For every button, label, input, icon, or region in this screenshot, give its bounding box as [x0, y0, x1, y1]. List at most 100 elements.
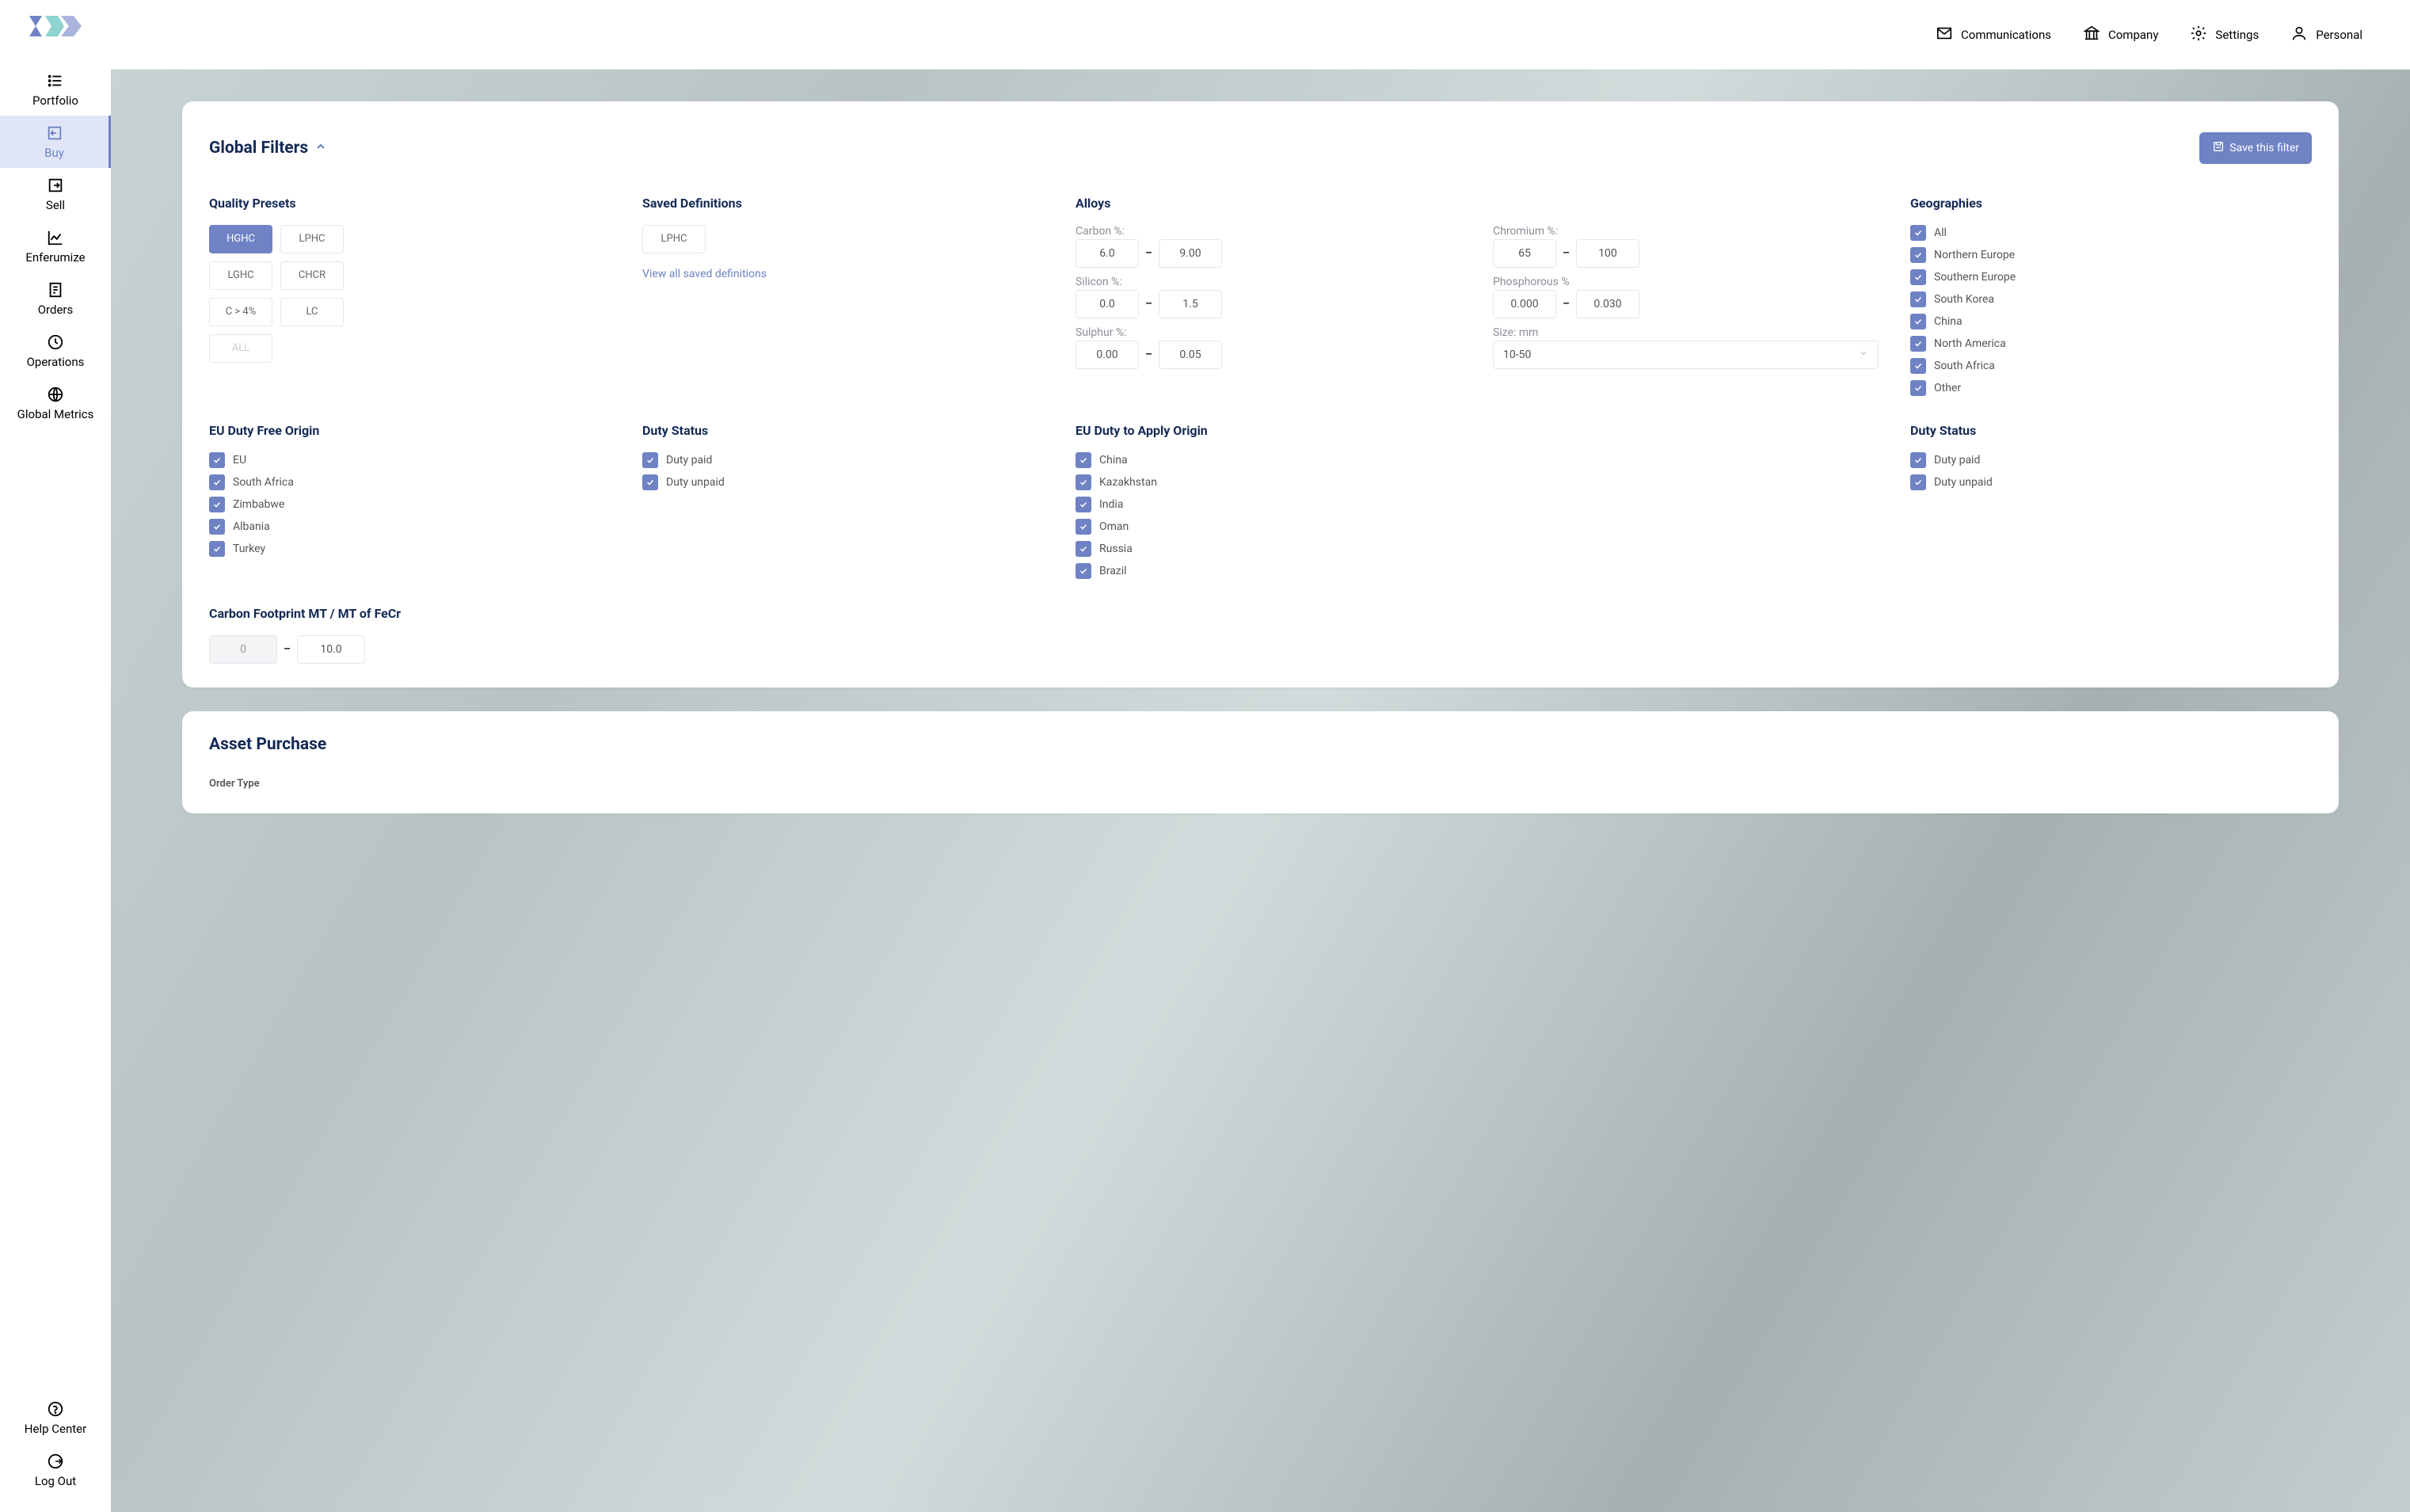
- preset-lghc[interactable]: LGHC: [209, 261, 272, 290]
- chromium-max-input[interactable]: [1576, 239, 1639, 268]
- topnav-communications[interactable]: Communications: [1936, 25, 2051, 45]
- preset-c4[interactable]: C > 4%: [209, 298, 272, 326]
- checkbox[interactable]: [1910, 474, 1926, 490]
- orders-icon: [46, 280, 65, 299]
- checkbox-label: Kazakhstan: [1099, 476, 1157, 489]
- mail-icon: [1936, 25, 1953, 45]
- checkbox[interactable]: [1910, 380, 1926, 396]
- sidebar-item-operations[interactable]: Operations: [0, 325, 111, 377]
- duty-free-origin-item[interactable]: South Africa: [209, 474, 611, 490]
- carbon-label: Carbon %:: [1076, 225, 1461, 238]
- checkbox[interactable]: [1910, 291, 1926, 307]
- topnav-company[interactable]: Company: [2083, 25, 2158, 45]
- checkbox[interactable]: [642, 474, 658, 490]
- preset-lphc[interactable]: LPHC: [280, 225, 344, 253]
- preset-all[interactable]: ALL: [209, 334, 272, 363]
- checkbox[interactable]: [1076, 563, 1091, 579]
- checkbox-label: Russia: [1099, 543, 1133, 555]
- sidebar-item-label: Buy: [44, 146, 64, 160]
- duty-apply-origin-item[interactable]: Kazakhstan: [1076, 474, 1879, 490]
- sidebar-item-orders[interactable]: Orders: [0, 272, 111, 325]
- checkbox[interactable]: [209, 519, 225, 535]
- checkbox[interactable]: [1076, 452, 1091, 468]
- topnav-settings[interactable]: Settings: [2190, 25, 2259, 45]
- checkbox-label: South Africa: [233, 476, 294, 489]
- sidebar-item-enferumize[interactable]: Enferumize: [0, 220, 111, 272]
- carbon-max-input[interactable]: [1159, 239, 1222, 268]
- geography-item[interactable]: China: [1910, 314, 2312, 329]
- clock-icon: [46, 333, 65, 352]
- geography-item[interactable]: South Korea: [1910, 291, 2312, 307]
- checkbox[interactable]: [1076, 541, 1091, 557]
- duty-status-item[interactable]: Duty paid: [642, 452, 1044, 468]
- chromium-min-input[interactable]: [1493, 239, 1556, 268]
- carbon-min-input[interactable]: [1076, 239, 1139, 268]
- checkbox[interactable]: [1910, 247, 1926, 263]
- size-select[interactable]: 10-50: [1493, 341, 1879, 369]
- preset-lc[interactable]: LC: [280, 298, 344, 326]
- saved-def-lphc[interactable]: LPHC: [642, 225, 706, 253]
- checkbox[interactable]: [209, 541, 225, 557]
- checkbox[interactable]: [1076, 497, 1091, 512]
- sidebar-item-label: Orders: [38, 303, 74, 317]
- topnav-label: Settings: [2215, 28, 2259, 42]
- sidebar-item-log-out[interactable]: Log Out: [0, 1444, 111, 1496]
- checkbox[interactable]: [1910, 336, 1926, 352]
- checkbox[interactable]: [1076, 519, 1091, 535]
- silicon-max-input[interactable]: [1159, 290, 1222, 318]
- phosphorous-min-input[interactable]: [1493, 290, 1556, 318]
- geography-item[interactable]: Northern Europe: [1910, 247, 2312, 263]
- duty-status-item[interactable]: Duty unpaid: [1910, 474, 2312, 490]
- duty-free-origin-item[interactable]: EU: [209, 452, 611, 468]
- save-filter-button[interactable]: Save this filter: [2199, 132, 2312, 164]
- phosphorous-max-input[interactable]: [1576, 290, 1639, 318]
- checkbox[interactable]: [1910, 269, 1926, 285]
- global-filters-title[interactable]: Global Filters: [209, 139, 327, 158]
- geography-item[interactable]: South Africa: [1910, 358, 2312, 374]
- checkbox[interactable]: [209, 497, 225, 512]
- saved-definitions-section: Saved Definitions LPHC View all saved de…: [642, 196, 1044, 396]
- checkbox[interactable]: [1910, 358, 1926, 374]
- preset-chcr[interactable]: CHCR: [280, 261, 344, 290]
- duty-apply-origin-item[interactable]: India: [1076, 497, 1879, 512]
- geography-item[interactable]: Other: [1910, 380, 2312, 396]
- sidebar-item-global-metrics[interactable]: Global Metrics: [0, 377, 111, 429]
- duty-apply-origin-item[interactable]: Brazil: [1076, 563, 1879, 579]
- topnav-personal[interactable]: Personal: [2290, 25, 2362, 45]
- section-title: Duty Status: [642, 423, 1044, 438]
- checkbox[interactable]: [1076, 474, 1091, 490]
- duty-status-item[interactable]: Duty paid: [1910, 452, 2312, 468]
- duty-free-origin-item[interactable]: Albania: [209, 519, 611, 535]
- checkbox[interactable]: [209, 452, 225, 468]
- duty-apply-origin-item[interactable]: China: [1076, 452, 1879, 468]
- checkbox[interactable]: [1910, 225, 1926, 241]
- sulphur-max-input[interactable]: [1159, 341, 1222, 369]
- sidebar-item-label: Sell: [46, 198, 65, 212]
- duty-apply-origin-item[interactable]: Russia: [1076, 541, 1879, 557]
- sidebar-item-label: Portfolio: [32, 93, 78, 108]
- silicon-min-input[interactable]: [1076, 290, 1139, 318]
- duty-free-origin-item[interactable]: Turkey: [209, 541, 611, 557]
- checkbox[interactable]: [209, 474, 225, 490]
- checkbox-label: Brazil: [1099, 565, 1127, 577]
- duty-status-item[interactable]: Duty unpaid: [642, 474, 1044, 490]
- sulphur-min-input[interactable]: [1076, 341, 1139, 369]
- sidebar-item-portfolio[interactable]: Portfolio: [0, 63, 111, 116]
- sidebar-item-buy[interactable]: Buy: [0, 116, 111, 168]
- quality-presets-section: Quality Presets HGHC LPHC LGHC CHCR C > …: [209, 196, 611, 396]
- checkbox[interactable]: [1910, 314, 1926, 329]
- duty-apply-origin-item[interactable]: Oman: [1076, 519, 1879, 535]
- geography-item[interactable]: North America: [1910, 336, 2312, 352]
- duty-free-origin-item[interactable]: Zimbabwe: [209, 497, 611, 512]
- geography-item[interactable]: Southern Europe: [1910, 269, 2312, 285]
- checkbox-label: Duty unpaid: [666, 476, 725, 489]
- sidebar-item-help-center[interactable]: Help Center: [0, 1392, 111, 1444]
- view-all-definitions-link[interactable]: View all saved definitions: [642, 268, 767, 280]
- checkbox[interactable]: [642, 452, 658, 468]
- geography-item[interactable]: All: [1910, 225, 2312, 241]
- footprint-max-input[interactable]: [297, 635, 365, 664]
- topnav-label: Communications: [1961, 28, 2051, 42]
- checkbox[interactable]: [1910, 452, 1926, 468]
- preset-hghc[interactable]: HGHC: [209, 225, 272, 253]
- sidebar-item-sell[interactable]: Sell: [0, 168, 111, 220]
